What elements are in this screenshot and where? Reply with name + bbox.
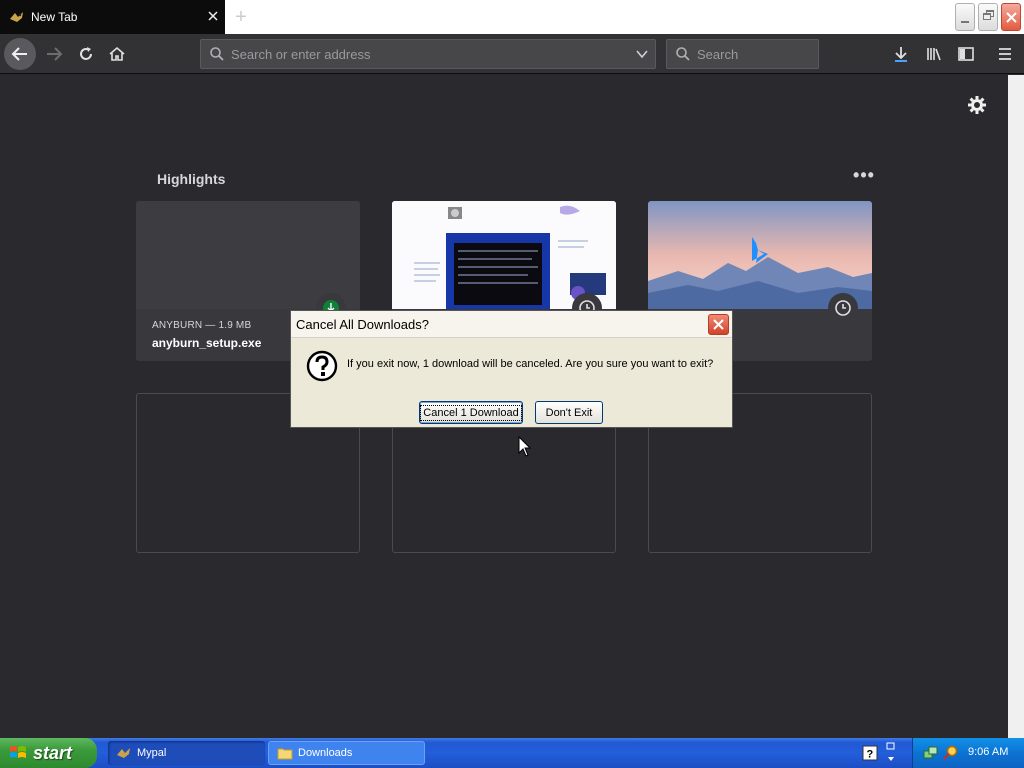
mypal-logo-icon	[117, 748, 130, 758]
sidebar-icon	[958, 47, 974, 61]
mouse-cursor-icon	[518, 435, 532, 458]
dialog-message: If you exit now, 1 download will be canc…	[347, 358, 714, 370]
navigation-toolbar	[0, 34, 1024, 74]
start-label: start	[33, 742, 73, 763]
card-filename: anyburn_setup.exe	[152, 336, 262, 350]
search-icon	[210, 47, 224, 61]
close-icon	[713, 319, 724, 330]
magnifier-tray-icon[interactable]	[943, 745, 959, 761]
dialog-title: Cancel All Downloads?	[296, 317, 429, 332]
menu-button[interactable]	[993, 42, 1017, 66]
search-input[interactable]	[697, 46, 807, 62]
address-input[interactable]	[231, 46, 611, 62]
taskbar: start Mypal Downloads ? 9:06 AM	[0, 738, 1024, 768]
taskbar-item-label: Mypal	[137, 747, 167, 759]
download-arrow-icon	[895, 47, 907, 62]
taskbar-item-mypal[interactable]: Mypal	[108, 741, 265, 765]
card-meta: ANYBURN — 1.9 MB	[152, 320, 252, 331]
cancel-downloads-dialog: Cancel All Downloads? If you exit now, 1…	[290, 310, 733, 428]
forward-button[interactable]	[38, 38, 70, 70]
system-tray: 9:06 AM	[912, 738, 1024, 768]
tab-close-icon[interactable]	[201, 8, 225, 26]
back-button[interactable]	[4, 38, 36, 70]
reload-icon	[80, 47, 92, 60]
home-button[interactable]	[101, 38, 133, 70]
highlights-heading: Highlights	[157, 171, 226, 187]
tab-strip: New Tab +	[0, 0, 1024, 34]
restore-button[interactable]	[978, 3, 998, 31]
mypal-logo-icon	[9, 9, 25, 25]
dialog-body: If you exit now, 1 download will be canc…	[291, 339, 732, 427]
language-bar-arrows-icon[interactable]	[886, 741, 896, 765]
network-icon[interactable]	[923, 745, 939, 761]
hamburger-menu-icon	[999, 48, 1011, 60]
windows-logo-icon	[10, 746, 26, 758]
search-bar[interactable]	[666, 39, 819, 69]
address-bar[interactable]	[200, 39, 656, 69]
sidebar-button[interactable]	[954, 42, 978, 66]
new-tab-button[interactable]: +	[228, 4, 254, 30]
highlights-more-options[interactable]: •••	[852, 166, 876, 188]
cancel-download-label: Cancel 1 Download	[420, 404, 522, 421]
dont-exit-button[interactable]: Don't Exit	[535, 401, 603, 424]
search-icon	[676, 47, 690, 61]
cancel-download-button[interactable]: Cancel 1 Download	[419, 401, 523, 424]
dialog-titlebar[interactable]: Cancel All Downloads?	[291, 311, 732, 338]
library-icon	[927, 48, 941, 61]
question-icon	[306, 350, 338, 382]
clock-text: 9:06 AM	[968, 746, 1009, 758]
taskbar-item-label: Downloads	[298, 747, 353, 759]
back-arrow-icon	[11, 47, 27, 61]
window-close-button[interactable]	[1001, 3, 1021, 31]
minimize-button[interactable]	[955, 3, 975, 31]
tab-title: New Tab	[31, 10, 78, 24]
clock-icon	[828, 293, 858, 323]
svg-text:?: ?	[867, 749, 874, 761]
forward-arrow-icon	[47, 47, 63, 61]
library-button[interactable]	[922, 42, 946, 66]
help-icon[interactable]: ?	[862, 745, 878, 761]
vertical-scrollbar[interactable]	[1008, 75, 1024, 738]
folder-icon	[277, 748, 293, 760]
taskbar-item-downloads[interactable]: Downloads	[268, 741, 425, 765]
downloads-button[interactable]	[889, 42, 913, 66]
chevron-down-icon[interactable]	[635, 47, 649, 61]
tab-new-tab[interactable]: New Tab	[0, 0, 225, 34]
reload-button[interactable]	[70, 38, 102, 70]
dialog-close-button[interactable]	[708, 314, 729, 335]
home-icon	[109, 46, 125, 61]
start-button[interactable]: start	[0, 738, 97, 768]
gear-icon[interactable]	[966, 94, 988, 116]
